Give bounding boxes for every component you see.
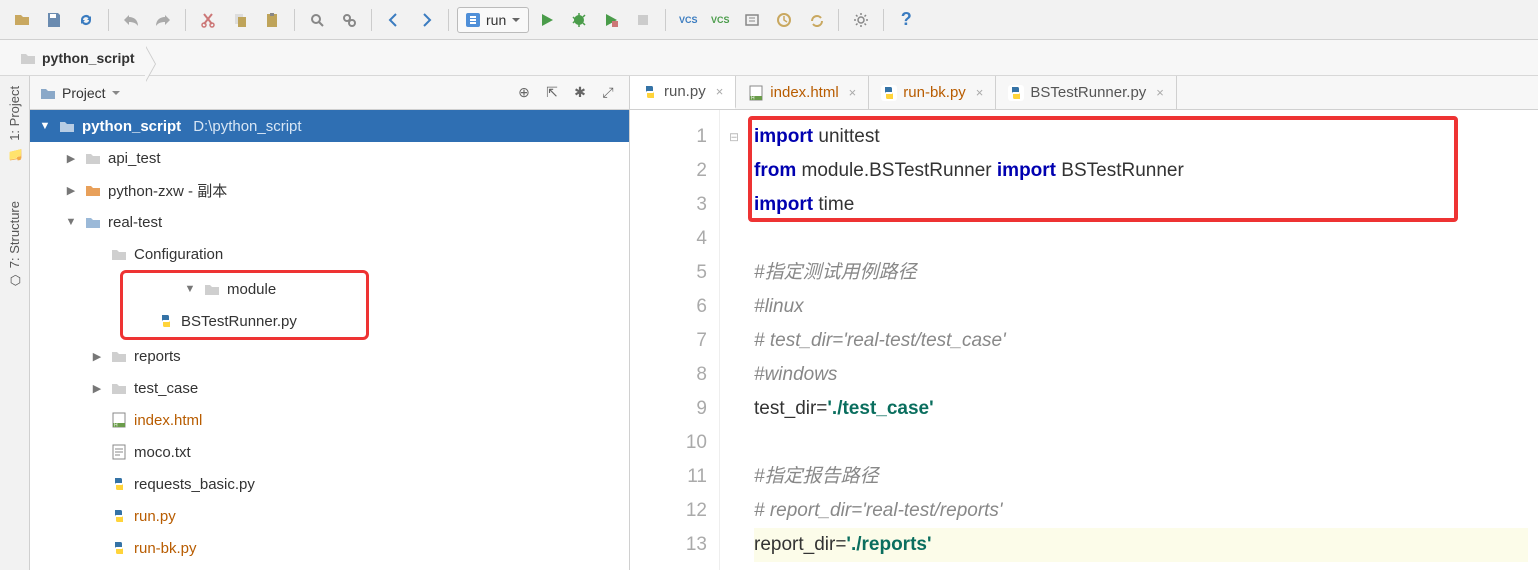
folder-icon <box>58 117 76 135</box>
html-icon: H <box>110 411 128 429</box>
folder-blue-icon <box>84 213 102 231</box>
tab-run-bk-py[interactable]: run-bk.py× <box>869 76 996 109</box>
tree-item-moco-txt[interactable]: moco.txt <box>30 436 629 468</box>
editor-tabs: run.py×Hindex.html×run-bk.py×BSTestRunne… <box>630 76 1538 110</box>
copy-icon[interactable] <box>226 6 254 34</box>
code-line-9[interactable]: test_dir='./test_case' <box>754 392 1528 426</box>
close-tab-icon[interactable]: × <box>1156 85 1164 100</box>
main-toolbar: run VCS VCS ? <box>0 0 1538 40</box>
tab-run-py[interactable]: run.py× <box>630 76 736 109</box>
cut-icon[interactable] <box>194 6 222 34</box>
py-icon <box>1008 85 1024 101</box>
tree-item-configuration[interactable]: Configuration <box>30 238 629 270</box>
back-icon[interactable] <box>380 6 408 34</box>
tool-project[interactable]: 📁1: Project <box>7 86 22 161</box>
txt-icon <box>110 443 128 461</box>
undo-icon[interactable] <box>117 6 145 34</box>
tree-item-index-html[interactable]: Hindex.html <box>30 404 629 436</box>
folder-icon <box>110 379 128 397</box>
coverage-icon[interactable] <box>597 6 625 34</box>
code-line-10[interactable] <box>754 426 1528 460</box>
tree-item-real-test[interactable]: ▼real-test <box>30 206 629 238</box>
code-line-1[interactable]: import unittest <box>754 120 1528 154</box>
run-config-name: run <box>486 12 506 28</box>
tree-item-module[interactable]: ▼module <box>123 273 366 305</box>
code-line-11[interactable]: #指定报告路径 <box>754 460 1528 494</box>
forward-icon[interactable] <box>412 6 440 34</box>
help-icon[interactable]: ? <box>892 6 920 34</box>
stop-icon[interactable] <box>629 6 657 34</box>
vcs-update-icon[interactable] <box>802 6 830 34</box>
settings-icon[interactable] <box>847 6 875 34</box>
redo-icon[interactable] <box>149 6 177 34</box>
py-icon <box>110 507 128 525</box>
code-line-7[interactable]: # test_dir='real-test/test_case' <box>754 324 1528 358</box>
py-icon <box>642 84 658 100</box>
fold-column: ⊟ <box>720 110 748 570</box>
tree-item-run-bk-py[interactable]: run-bk.py <box>30 532 629 564</box>
folder-icon <box>84 149 102 167</box>
folder-icon <box>203 280 221 298</box>
run-config-selector[interactable]: run <box>457 7 529 33</box>
tree-item-bstestrunner-py[interactable]: BSTestRunner.py <box>123 305 366 337</box>
tab-index-html[interactable]: Hindex.html× <box>736 76 869 109</box>
tree-root[interactable]: ▼ python_script D:\python_script <box>30 110 629 142</box>
code-content[interactable]: import unittestfrom module.BSTestRunner … <box>748 110 1538 570</box>
folder-orange-icon <box>84 181 102 199</box>
code-line-2[interactable]: from module.BSTestRunner import BSTestRu… <box>754 154 1528 188</box>
hide-panel-icon[interactable]: ⤢ <box>597 82 619 104</box>
collapse-all-icon[interactable]: ⇱ <box>541 82 563 104</box>
vcs-pull-icon[interactable]: VCS <box>674 6 702 34</box>
py-icon <box>881 85 897 101</box>
run-icon[interactable] <box>533 6 561 34</box>
py-icon <box>157 312 175 330</box>
breadcrumb-bar: python_script <box>0 40 1538 76</box>
tree-item-requests-basic-py[interactable]: requests_basic.py <box>30 468 629 500</box>
vcs-push-icon[interactable]: VCS <box>706 6 734 34</box>
tool-structure[interactable]: ⬡7: Structure <box>7 201 22 287</box>
code-line-3[interactable]: import time <box>754 188 1528 222</box>
close-tab-icon[interactable]: × <box>849 85 857 100</box>
panel-settings-icon[interactable]: ✱ <box>569 82 591 104</box>
editor-area: run.py×Hindex.html×run-bk.py×BSTestRunne… <box>630 76 1538 570</box>
py-icon <box>110 475 128 493</box>
vcs-revert-icon[interactable] <box>770 6 798 34</box>
sync-icon[interactable] <box>72 6 100 34</box>
svg-text:H: H <box>751 95 755 101</box>
tree-item-test-case[interactable]: ▶test_case <box>30 372 629 404</box>
vcs-history-icon[interactable] <box>738 6 766 34</box>
code-line-6[interactable]: #linux <box>754 290 1528 324</box>
close-tab-icon[interactable]: × <box>976 85 984 100</box>
project-tree[interactable]: ▼ python_script D:\python_script ▶api_te… <box>30 110 629 570</box>
panel-title: Project <box>62 85 106 101</box>
code-line-13[interactable]: report_dir='./reports' <box>754 528 1528 562</box>
find-icon[interactable] <box>303 6 331 34</box>
code-line-4[interactable] <box>754 222 1528 256</box>
code-line-12[interactable]: # report_dir='real-test/reports' <box>754 494 1528 528</box>
tree-item-reports[interactable]: ▶reports <box>30 340 629 372</box>
scroll-from-source-icon[interactable]: ⊕ <box>513 82 535 104</box>
replace-icon[interactable] <box>335 6 363 34</box>
breadcrumb-root[interactable]: python_script <box>10 46 145 70</box>
py-icon <box>110 539 128 557</box>
code-line-5[interactable]: #指定测试用例路径 <box>754 256 1528 290</box>
open-icon[interactable] <box>8 6 36 34</box>
save-all-icon[interactable] <box>40 6 68 34</box>
tab-bstestrunner-py[interactable]: BSTestRunner.py× <box>996 76 1177 109</box>
code-line-8[interactable]: #windows <box>754 358 1528 392</box>
close-tab-icon[interactable]: × <box>716 84 724 99</box>
tree-item-run-py[interactable]: run.py <box>30 500 629 532</box>
gutter: 12345678910111213 <box>630 110 720 570</box>
svg-text:H: H <box>114 423 118 429</box>
html-icon: H <box>748 85 764 101</box>
folder-icon <box>110 245 128 263</box>
debug-icon[interactable] <box>565 6 593 34</box>
tree-item-python-zxw-[interactable]: ▶python-zxw - 副本 <box>30 174 629 206</box>
code-editor[interactable]: 12345678910111213 ⊟ import unittestfrom … <box>630 110 1538 570</box>
project-panel: Project ⊕ ⇱ ✱ ⤢ ▼ python_script D:\pytho… <box>30 76 630 570</box>
left-rail: 📁1: Project ⬡7: Structure <box>0 76 30 570</box>
folder-icon <box>110 347 128 365</box>
tree-item-api-test[interactable]: ▶api_test <box>30 142 629 174</box>
paste-icon[interactable] <box>258 6 286 34</box>
